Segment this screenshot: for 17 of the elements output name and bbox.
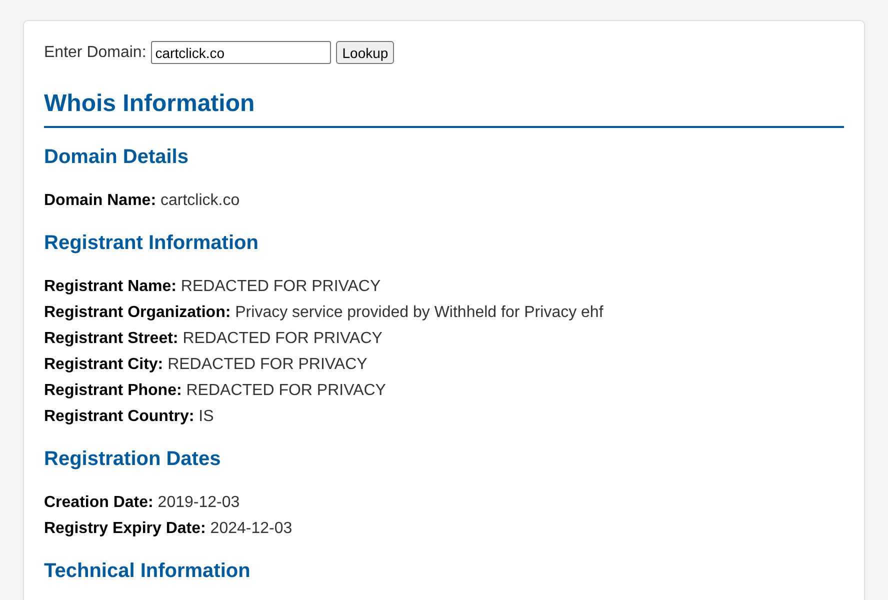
domain-label: Enter Domain:: [44, 44, 146, 62]
section-heading: Technical Information: [44, 559, 250, 583]
field-text: Registrant Name: REDACTED FOR PRIVACY: [44, 278, 381, 295]
field-text: Registrant Street: REDACTED FOR PRIVACY: [44, 330, 382, 347]
field-text: Registrant City: REDACTED FOR PRIVACY: [44, 356, 368, 373]
lookup-button[interactable]: Lookup: [336, 41, 394, 64]
field-text: Registrant Organization: Privacy service provided by Withheld for Privacy ehf: [44, 304, 604, 321]
field-text: Domain Name: cartclick.co: [44, 192, 240, 209]
section-heading: Domain Details: [44, 145, 188, 169]
field-text: Registry Expiry Date: 2024-12-03: [44, 520, 292, 537]
field-text: Registrant Country: IS: [44, 408, 214, 425]
page-title: Whois Information: [44, 90, 255, 118]
section-heading: Registrant Information: [44, 231, 258, 255]
domain-input[interactable]: cartclick.co: [151, 41, 332, 64]
section-heading: Registration Dates: [44, 447, 221, 471]
field-text: Creation Date: 2019-12-03: [44, 494, 240, 511]
field-text: Registrant Phone: REDACTED FOR PRIVACY: [44, 382, 386, 399]
